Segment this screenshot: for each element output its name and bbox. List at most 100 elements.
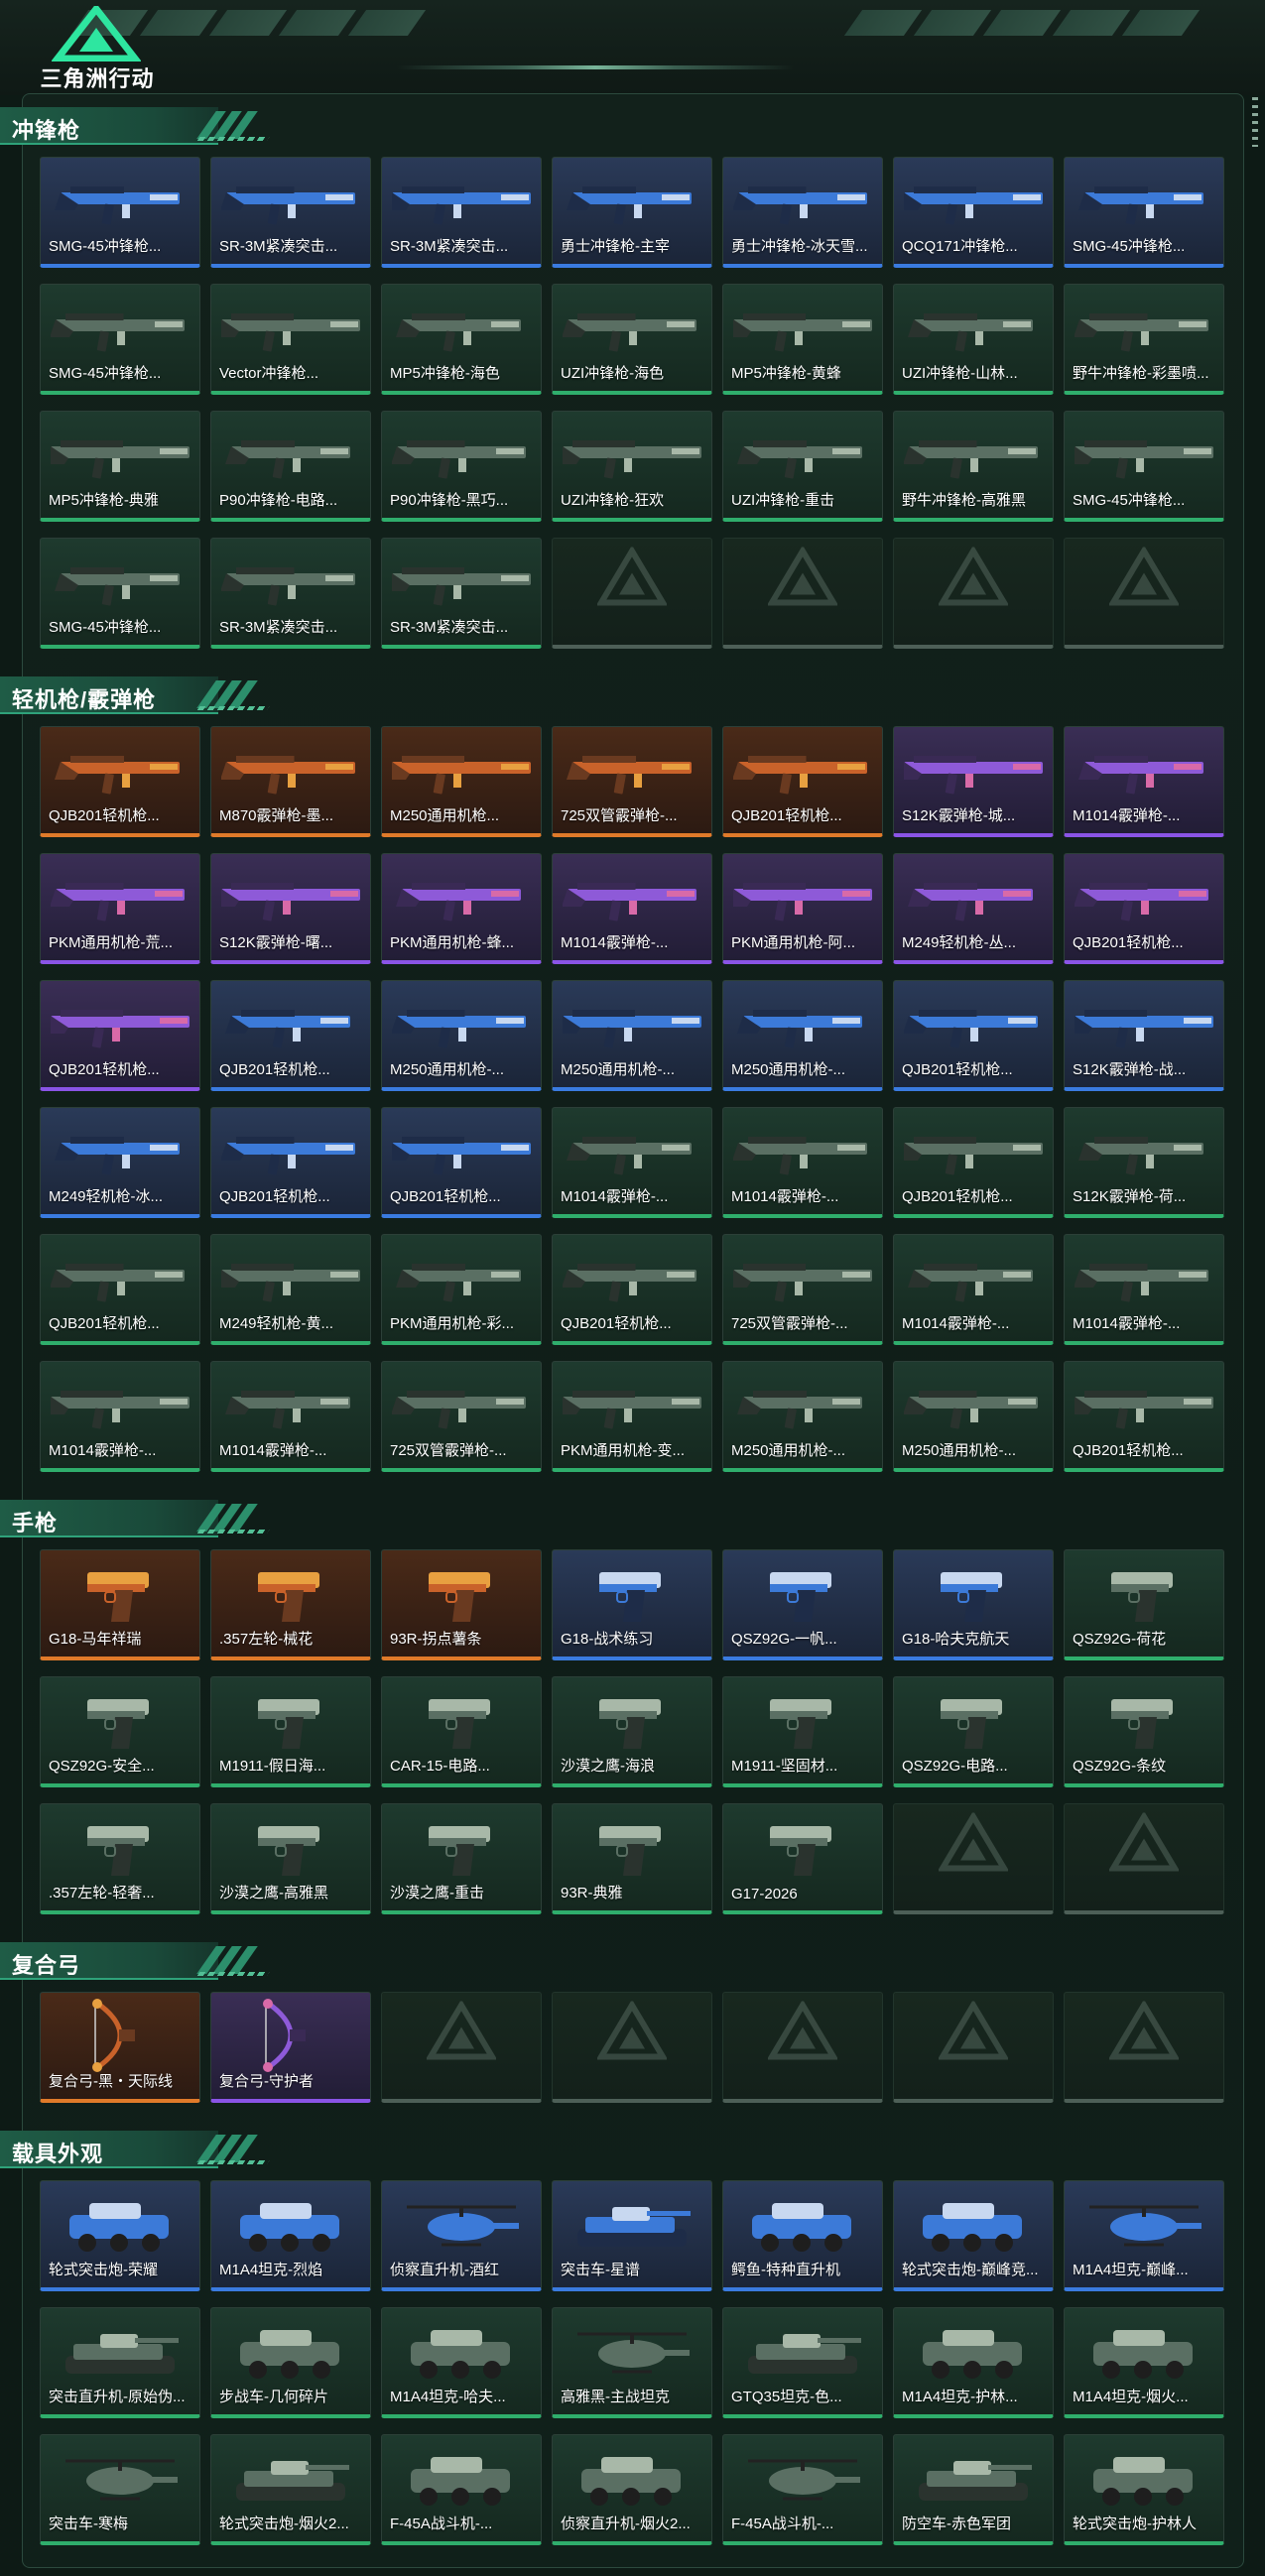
skin-card[interactable]: PKM通用机枪-变... <box>552 1361 712 1472</box>
skin-card[interactable]: 突击车-星谱 <box>552 2180 712 2291</box>
skin-card[interactable]: M250通用机枪-... <box>722 980 883 1091</box>
skin-card[interactable]: F-45A战斗机-... <box>381 2434 542 2545</box>
skin-card[interactable]: M1A4坦克-巅峰... <box>1064 2180 1224 2291</box>
skin-card[interactable]: M1911-假日海... <box>210 1676 371 1787</box>
skin-card[interactable]: 沙漠之鹰-重击 <box>381 1803 542 1914</box>
skin-card[interactable]: P90冲锋枪-黑巧... <box>381 411 542 522</box>
skin-card[interactable]: M250通用机枪-... <box>722 1361 883 1472</box>
skin-card[interactable]: SR-3M紧凑突击... <box>210 157 371 268</box>
skin-card[interactable]: M1911-坚固材... <box>722 1676 883 1787</box>
skin-card[interactable]: 轮式突击炮-荣耀 <box>40 2180 200 2291</box>
skin-card[interactable]: QJB201轻机枪... <box>1064 1361 1224 1472</box>
skin-card[interactable]: 轮式突击炮-护林人 <box>1064 2434 1224 2545</box>
skin-card[interactable]: 侦察直升机-烟火2... <box>552 2434 712 2545</box>
skin-card[interactable]: M1A4坦克-哈夫... <box>381 2307 542 2418</box>
skin-card[interactable]: UZI冲锋枪-重击 <box>722 411 883 522</box>
skin-card[interactable]: .357左轮-械花 <box>210 1549 371 1660</box>
skin-card[interactable]: G18-战术练习 <box>552 1549 712 1660</box>
skin-card[interactable]: 轮式突击炮-巅峰竞... <box>893 2180 1054 2291</box>
skin-card[interactable]: UZI冲锋枪-狂欢 <box>552 411 712 522</box>
skin-card[interactable]: QSZ92G-条纹 <box>1064 1676 1224 1787</box>
skin-card[interactable]: PKM通用机枪-阿... <box>722 853 883 964</box>
skin-card[interactable]: M1014霰弹枪-... <box>893 1234 1054 1345</box>
skin-card[interactable]: SMG-45冲锋枪... <box>1064 157 1224 268</box>
skin-card[interactable]: M249轻机枪-冰... <box>40 1107 200 1218</box>
skin-card[interactable]: UZI冲锋枪-山林... <box>893 284 1054 395</box>
skin-card[interactable]: MP5冲锋枪-典雅 <box>40 411 200 522</box>
skin-card[interactable]: M1014霰弹枪-... <box>1064 1234 1224 1345</box>
skin-card[interactable]: 鳄鱼-特种直升机 <box>722 2180 883 2291</box>
skin-card[interactable]: M1014霰弹枪-... <box>552 853 712 964</box>
skin-card[interactable]: 复合弓-守护者 <box>210 1992 371 2103</box>
skin-card[interactable]: Vector冲锋枪... <box>210 284 371 395</box>
skin-card[interactable]: 突击直升机-原始伪... <box>40 2307 200 2418</box>
skin-card[interactable]: M1A4坦克-烈焰 <box>210 2180 371 2291</box>
skin-card[interactable]: .357左轮-轻奢... <box>40 1803 200 1914</box>
skin-card[interactable]: QJB201轻机枪... <box>893 1107 1054 1218</box>
skin-card[interactable]: QJB201轻机枪... <box>381 1107 542 1218</box>
skin-card[interactable]: QCQ171冲锋枪... <box>893 157 1054 268</box>
skin-card[interactable]: M1014霰弹枪-... <box>1064 726 1224 837</box>
skin-card[interactable]: M1A4坦克-护林... <box>893 2307 1054 2418</box>
skin-card[interactable]: QSZ92G-电路... <box>893 1676 1054 1787</box>
skin-card[interactable]: UZI冲锋枪-海色 <box>552 284 712 395</box>
skin-card[interactable]: M1014霰弹枪-... <box>210 1361 371 1472</box>
skin-card[interactable]: S12K霰弹枪-战... <box>1064 980 1224 1091</box>
skin-card[interactable]: SR-3M紧凑突击... <box>381 538 542 649</box>
skin-card[interactable]: SR-3M紧凑突击... <box>210 538 371 649</box>
skin-card[interactable]: SMG-45冲锋枪... <box>1064 411 1224 522</box>
skin-card[interactable]: 勇士冲锋枪-主宰 <box>552 157 712 268</box>
skin-card[interactable]: S12K霰弹枪-城... <box>893 726 1054 837</box>
skin-card[interactable]: M250通用机枪... <box>381 726 542 837</box>
skin-card[interactable]: 725双管霰弹枪-... <box>722 1234 883 1345</box>
skin-card[interactable]: M1014霰弹枪-... <box>722 1107 883 1218</box>
skin-card[interactable]: QJB201轻机枪... <box>40 1234 200 1345</box>
skin-card[interactable]: S12K霰弹枪-荷... <box>1064 1107 1224 1218</box>
skin-card[interactable]: 沙漠之鹰-海浪 <box>552 1676 712 1787</box>
skin-card[interactable]: F-45A战斗机-... <box>722 2434 883 2545</box>
skin-card[interactable]: G17-2026 <box>722 1803 883 1914</box>
skin-card[interactable]: GTQ35坦克-色... <box>722 2307 883 2418</box>
skin-card[interactable]: MP5冲锋枪-海色 <box>381 284 542 395</box>
skin-card[interactable]: SMG-45冲锋枪... <box>40 284 200 395</box>
skin-card[interactable]: 93R-典雅 <box>552 1803 712 1914</box>
skin-card[interactable]: 突击车-寒梅 <box>40 2434 200 2545</box>
skin-card[interactable]: M250通用机枪-... <box>552 980 712 1091</box>
skin-card[interactable]: QJB201轻机枪... <box>210 1107 371 1218</box>
skin-card[interactable]: M250通用机枪-... <box>381 980 542 1091</box>
skin-card[interactable]: QJB201轻机枪... <box>552 1234 712 1345</box>
skin-card[interactable]: 复合弓-黑・天际线 <box>40 1992 200 2103</box>
skin-card[interactable]: 93R-拐点薯条 <box>381 1549 542 1660</box>
skin-card[interactable]: 725双管霰弹枪-... <box>552 726 712 837</box>
skin-card[interactable]: QJB201轻机枪... <box>210 980 371 1091</box>
skin-card[interactable]: S12K霰弹枪-曙... <box>210 853 371 964</box>
skin-card[interactable]: 勇士冲锋枪-冰天雪... <box>722 157 883 268</box>
skin-card[interactable]: QJB201轻机枪... <box>893 980 1054 1091</box>
skin-card[interactable]: M249轻机枪-黄... <box>210 1234 371 1345</box>
skin-card[interactable]: 野牛冲锋枪-高雅黑 <box>893 411 1054 522</box>
skin-card[interactable]: QSZ92G-荷花 <box>1064 1549 1224 1660</box>
skin-card[interactable]: QJB201轻机枪... <box>1064 853 1224 964</box>
skin-card[interactable]: G18-哈夫克航天 <box>893 1549 1054 1660</box>
skin-card[interactable]: SMG-45冲锋枪... <box>40 157 200 268</box>
skin-card[interactable]: CAR-15-电路... <box>381 1676 542 1787</box>
skin-card[interactable]: 轮式突击炮-烟火2... <box>210 2434 371 2545</box>
skin-card[interactable]: SMG-45冲锋枪... <box>40 538 200 649</box>
skin-card[interactable]: 防空车-赤色军团 <box>893 2434 1054 2545</box>
skin-card[interactable]: M1014霰弹枪-... <box>552 1107 712 1218</box>
skin-card[interactable]: QJB201轻机枪... <box>40 726 200 837</box>
skin-card[interactable]: P90冲锋枪-电路... <box>210 411 371 522</box>
skin-card[interactable]: PKM通用机枪-彩... <box>381 1234 542 1345</box>
skin-card[interactable]: SR-3M紧凑突击... <box>381 157 542 268</box>
skin-card[interactable]: QJB201轻机枪... <box>40 980 200 1091</box>
skin-card[interactable]: PKM通用机枪-蜂... <box>381 853 542 964</box>
skin-card[interactable]: G18-马年祥瑞 <box>40 1549 200 1660</box>
skin-card[interactable]: M870霰弹枪-墨... <box>210 726 371 837</box>
skin-card[interactable]: M1A4坦克-烟火... <box>1064 2307 1224 2418</box>
skin-card[interactable]: M250通用机枪-... <box>893 1361 1054 1472</box>
skin-card[interactable]: QSZ92G-安全... <box>40 1676 200 1787</box>
skin-card[interactable]: 高雅黑-主战坦克 <box>552 2307 712 2418</box>
skin-card[interactable]: M249轻机枪-丛... <box>893 853 1054 964</box>
skin-card[interactable]: QJB201轻机枪... <box>722 726 883 837</box>
skin-card[interactable]: 725双管霰弹枪-... <box>381 1361 542 1472</box>
